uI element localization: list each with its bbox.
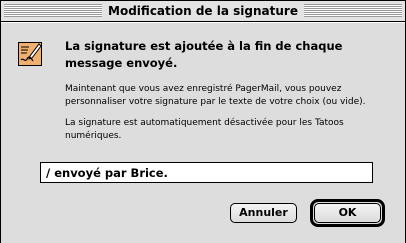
dialog-headline: La signature est ajoutée à la fin de cha… <box>65 39 343 70</box>
dialog-content: La signature est ajoutée à la fin de cha… <box>1 22 405 243</box>
signature-field[interactable] <box>40 162 373 183</box>
signature-pen-icon <box>17 41 43 67</box>
cancel-button[interactable]: Annuler <box>230 203 297 223</box>
dialog-paragraph-tatoos: La signature est automatiquement désacti… <box>65 118 344 141</box>
window-title: Modification de la signature <box>102 3 304 19</box>
ok-button[interactable]: OK <box>314 203 381 223</box>
dialog-paragraph-personalize: Maintenant que vous avez enregistré Page… <box>65 84 366 107</box>
signature-input[interactable] <box>41 163 372 182</box>
title-bar[interactable]: Modification de la signature <box>1 1 405 22</box>
signature-dialog: Modification de la signature La signatur… <box>0 0 406 243</box>
